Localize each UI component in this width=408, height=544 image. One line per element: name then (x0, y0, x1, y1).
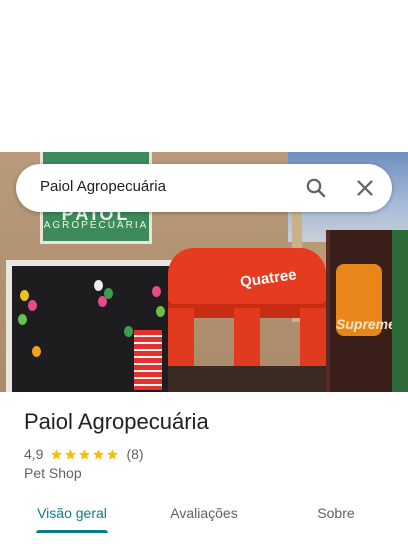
close-icon[interactable] (353, 176, 377, 200)
tab-bar: Visão geral Avaliações Sobre (0, 496, 408, 544)
balloon (98, 296, 107, 307)
search-icon[interactable] (304, 176, 328, 200)
place-title: Paiol Agropecuária (24, 409, 209, 434)
place-category[interactable]: Pet Shop (24, 465, 82, 481)
balloon (156, 306, 165, 317)
balloon (18, 314, 27, 325)
active-tab-indicator (36, 530, 108, 533)
banner-strip (392, 230, 408, 392)
promo-tent: Quatree (168, 248, 326, 392)
star-icon (79, 448, 91, 460)
map-blank-area (0, 0, 408, 152)
balloon (94, 280, 103, 291)
balloon (124, 326, 133, 337)
rating-value: 4,9 (24, 446, 44, 462)
rating-row[interactable]: 4,9 (8) (24, 445, 144, 463)
star-icon (65, 448, 77, 460)
tent-base (168, 366, 326, 392)
review-count[interactable]: (8) (126, 446, 143, 462)
search-bar[interactable]: Paiol Agropecuária (16, 164, 392, 212)
star-rating (50, 448, 120, 461)
banner-brand: Supreme (336, 316, 396, 332)
star-icon (51, 448, 63, 460)
tab-about[interactable]: Sobre (296, 496, 376, 532)
balloon (32, 346, 41, 357)
store-sign-text: AGROPECUÁRIA (43, 220, 149, 231)
product-shelf (134, 330, 162, 390)
balloon (152, 286, 161, 297)
star-icon (93, 448, 105, 460)
tab-reviews[interactable]: Avaliações (160, 496, 248, 532)
brand-banner: Supreme (326, 230, 408, 392)
search-input[interactable]: Paiol Agropecuária (40, 178, 166, 195)
balloon (20, 290, 29, 301)
star-icon (107, 448, 119, 460)
balloon (28, 300, 37, 311)
tab-overview[interactable]: Visão geral (28, 496, 116, 532)
